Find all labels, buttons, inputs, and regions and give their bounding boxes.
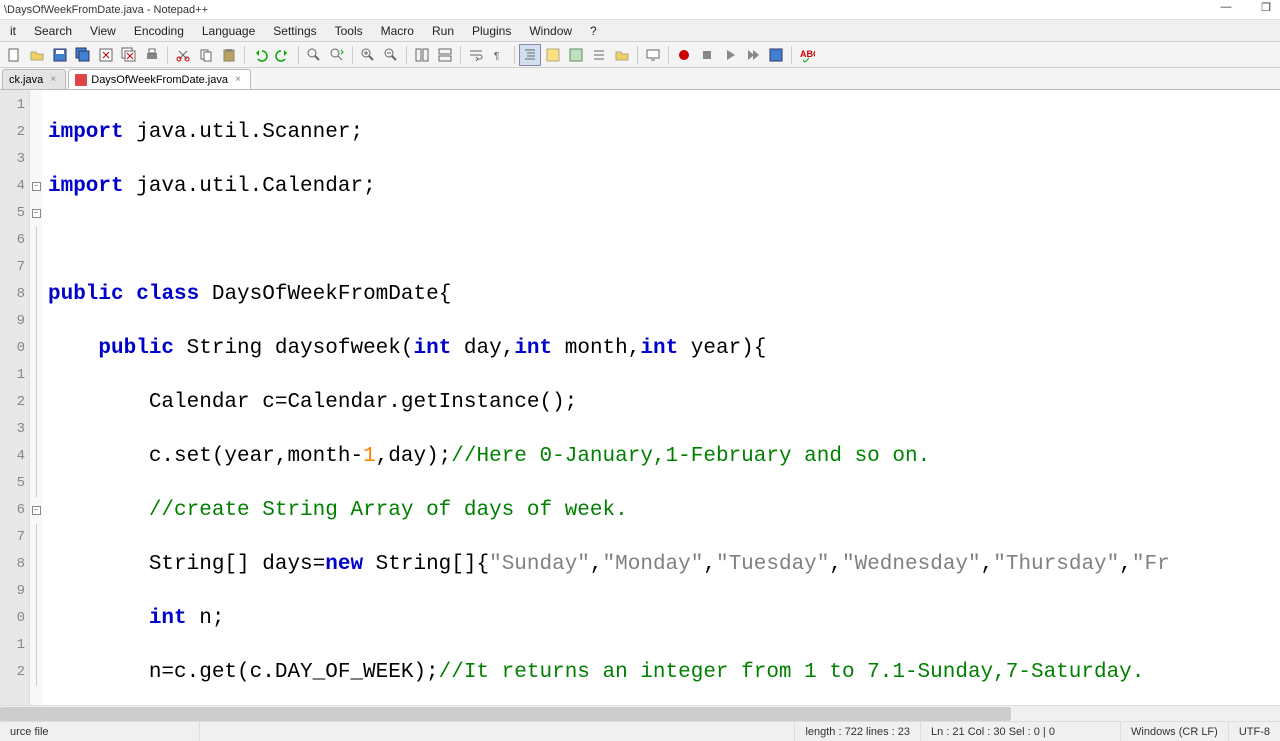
- status-eol[interactable]: Windows (CR LF): [1121, 722, 1229, 741]
- save-all-icon[interactable]: [72, 44, 94, 66]
- menu-language[interactable]: Language: [194, 22, 263, 40]
- statusbar: urce file length : 722 lines : 23 Ln : 2…: [0, 721, 1280, 741]
- tab-ck-java[interactable]: ck.java ×: [2, 69, 66, 89]
- menu-search[interactable]: Search: [26, 22, 80, 40]
- tab-label: ck.java: [9, 74, 43, 86]
- toolbar: ¶ ABC: [0, 42, 1280, 68]
- close-all-icon[interactable]: [118, 44, 140, 66]
- fold-toggle-icon[interactable]: −: [32, 209, 41, 218]
- menu-view[interactable]: View: [82, 22, 124, 40]
- maximize-button[interactable]: ❐: [1256, 0, 1276, 14]
- fold-toggle-icon[interactable]: −: [32, 506, 41, 515]
- find-icon[interactable]: [303, 44, 325, 66]
- func-list-icon[interactable]: [588, 44, 610, 66]
- spellcheck-icon[interactable]: ABC: [796, 44, 818, 66]
- zoom-in-icon[interactable]: [357, 44, 379, 66]
- horizontal-scrollbar[interactable]: [0, 705, 1280, 721]
- window-title: \DaysOfWeekFromDate.java - Notepad++: [4, 4, 208, 16]
- play-macro-icon[interactable]: [719, 44, 741, 66]
- doc-map-icon[interactable]: [565, 44, 587, 66]
- menu-help[interactable]: ?: [582, 22, 605, 40]
- udl-icon[interactable]: [542, 44, 564, 66]
- menu-edit[interactable]: it: [2, 22, 24, 40]
- indent-guide-icon[interactable]: [519, 44, 541, 66]
- save-icon[interactable]: [49, 44, 71, 66]
- svg-text:ABC: ABC: [800, 49, 815, 59]
- copy-icon[interactable]: [195, 44, 217, 66]
- print-icon[interactable]: [141, 44, 163, 66]
- close-icon[interactable]: [95, 44, 117, 66]
- status-position: Ln : 21 Col : 30 Sel : 0 | 0: [921, 722, 1121, 741]
- menu-plugins[interactable]: Plugins: [464, 22, 519, 40]
- sync-v-icon[interactable]: [411, 44, 433, 66]
- cut-icon[interactable]: [172, 44, 194, 66]
- titlebar: \DaysOfWeekFromDate.java - Notepad++ — ❐: [0, 0, 1280, 20]
- status-encoding[interactable]: UTF-8: [1229, 722, 1280, 741]
- tab-close-icon[interactable]: ×: [232, 74, 244, 86]
- tab-label: DaysOfWeekFromDate.java: [91, 74, 228, 86]
- fold-column: − − −: [30, 90, 42, 705]
- wordwrap-icon[interactable]: [465, 44, 487, 66]
- record-macro-icon[interactable]: [673, 44, 695, 66]
- play-multi-icon[interactable]: [742, 44, 764, 66]
- zoom-out-icon[interactable]: [380, 44, 402, 66]
- sync-h-icon[interactable]: [434, 44, 456, 66]
- menu-tools[interactable]: Tools: [327, 22, 371, 40]
- menu-run[interactable]: Run: [424, 22, 462, 40]
- menu-encoding[interactable]: Encoding: [126, 22, 192, 40]
- open-file-icon[interactable]: [26, 44, 48, 66]
- svg-text:¶: ¶: [494, 51, 499, 62]
- replace-icon[interactable]: [326, 44, 348, 66]
- folder-icon[interactable]: [611, 44, 633, 66]
- code-area[interactable]: import java.util.Scanner; import java.ut…: [42, 90, 1280, 705]
- redo-icon[interactable]: [272, 44, 294, 66]
- fold-toggle-icon[interactable]: −: [32, 182, 41, 191]
- file-modified-icon: [75, 74, 87, 86]
- minimize-button[interactable]: —: [1216, 0, 1236, 14]
- status-filetype: urce file: [0, 722, 200, 741]
- all-chars-icon[interactable]: ¶: [488, 44, 510, 66]
- line-number-gutter: 1234567890123456789012: [0, 90, 30, 705]
- tab-daysofweek[interactable]: DaysOfWeekFromDate.java ×: [68, 69, 251, 89]
- paste-icon[interactable]: [218, 44, 240, 66]
- menu-settings[interactable]: Settings: [265, 22, 324, 40]
- menu-macro[interactable]: Macro: [373, 22, 422, 40]
- save-macro-icon[interactable]: [765, 44, 787, 66]
- menu-window[interactable]: Window: [521, 22, 580, 40]
- undo-icon[interactable]: [249, 44, 271, 66]
- status-length: length : 722 lines : 23: [795, 722, 921, 741]
- stop-macro-icon[interactable]: [696, 44, 718, 66]
- menubar: it Search View Encoding Language Setting…: [0, 20, 1280, 42]
- new-file-icon[interactable]: [3, 44, 25, 66]
- tabbar: ck.java × DaysOfWeekFromDate.java ×: [0, 68, 1280, 90]
- editor[interactable]: 1234567890123456789012 − − − import java…: [0, 90, 1280, 705]
- tab-close-icon[interactable]: ×: [47, 74, 59, 86]
- scrollbar-thumb[interactable]: [0, 707, 1011, 721]
- monitor-icon[interactable]: [642, 44, 664, 66]
